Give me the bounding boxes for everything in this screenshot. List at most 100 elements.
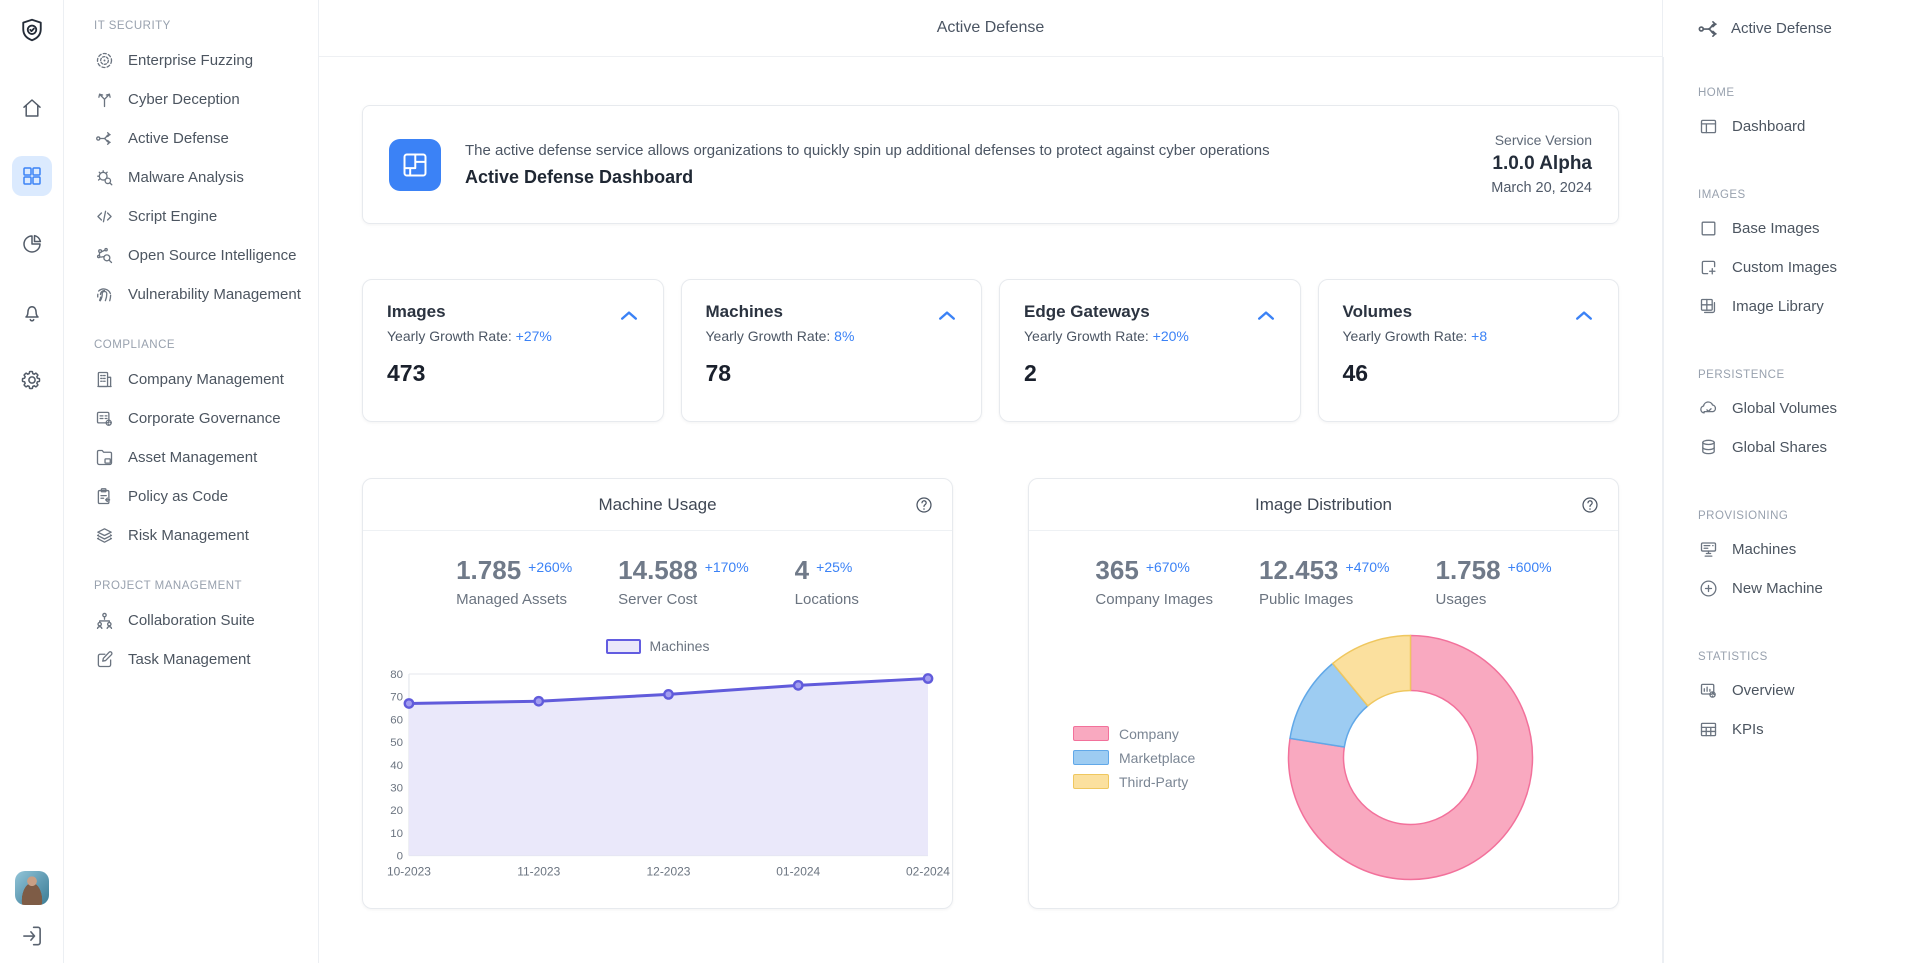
section-title-provisioning: PROVISIONING: [1698, 510, 1910, 522]
user-avatar[interactable]: [15, 871, 49, 905]
donut-legend: CompanyMarketplaceThird-Party: [1073, 726, 1195, 790]
nav-item-label: Policy as Code: [128, 488, 228, 505]
stat-card-title: Edge Gateways: [1024, 302, 1276, 322]
osint-icon: [94, 245, 115, 266]
nav-item-label: Image Library: [1732, 298, 1824, 315]
nav-item-label: KPIs: [1732, 721, 1764, 738]
nav-item-label: Base Images: [1732, 220, 1820, 237]
svg-text:60: 60: [390, 714, 403, 726]
image-distribution-donut-chart: CompanyMarketplaceThird-Party: [1029, 630, 1618, 885]
stat-card-growth: Yearly Growth Rate: 8%: [706, 328, 958, 344]
svg-text:10-2023: 10-2023: [387, 865, 431, 879]
line-legend: Machines: [363, 638, 952, 654]
nav-item-machines[interactable]: Machines: [1698, 530, 1910, 569]
chart-stat-usages: 1.758+600%Usages: [1436, 557, 1552, 608]
fuzzing-icon: [94, 50, 115, 71]
svg-text:0: 0: [397, 851, 403, 863]
section-title-home: HOME: [1698, 87, 1910, 99]
library-icon: [1698, 296, 1719, 317]
chevron-up-icon[interactable]: [935, 304, 959, 328]
nav-item-overview[interactable]: Overview: [1698, 671, 1910, 710]
legend-item-third-party: Third-Party: [1073, 774, 1195, 790]
stat-card-value: 78: [706, 360, 958, 387]
nav-item-company-management[interactable]: Company Management: [94, 360, 308, 399]
logout-icon[interactable]: [19, 923, 45, 949]
chevron-up-icon[interactable]: [617, 304, 641, 328]
square-icon: [1698, 218, 1719, 239]
nav-item-cyber-deception[interactable]: Cyber Deception: [94, 80, 308, 119]
nav-item-label: Collaboration Suite: [128, 612, 255, 629]
chevron-up-icon[interactable]: [1572, 304, 1596, 328]
nav-item-label: New Machine: [1732, 580, 1823, 597]
svg-text:20: 20: [390, 805, 403, 817]
grid-icon[interactable]: [12, 156, 52, 196]
stat-card-value: 2: [1024, 360, 1276, 387]
nav-item-task-management[interactable]: Task Management: [94, 640, 308, 679]
stat-card-growth: Yearly Growth Rate: +8: [1343, 328, 1595, 344]
active-defense-icon: [94, 128, 115, 149]
nav-item-malware-analysis[interactable]: Malware Analysis: [94, 158, 308, 197]
nav-item-open-source-intelligence[interactable]: Open Source Intelligence: [94, 236, 308, 275]
nav-item-base-images[interactable]: Base Images: [1698, 209, 1910, 248]
legend-swatch: [1073, 750, 1109, 765]
nav-item-label: Open Source Intelligence: [128, 247, 296, 264]
stat-card-value: 46: [1343, 360, 1595, 387]
gear-icon[interactable]: [12, 360, 52, 400]
nav-item-collaboration-suite[interactable]: Collaboration Suite: [94, 601, 308, 640]
app-logo-shield-icon: [17, 16, 47, 46]
charts-row: Machine Usage 1.785+260%Managed Assets14…: [362, 478, 1619, 909]
code-icon: [94, 206, 115, 227]
svg-text:50: 50: [390, 737, 403, 749]
image-distribution-card: Image Distribution 365+670%Company Image…: [1028, 478, 1619, 909]
nav-item-dashboard[interactable]: Dashboard: [1698, 107, 1910, 146]
nav-item-new-machine[interactable]: New Machine: [1698, 569, 1910, 608]
pie-icon[interactable]: [12, 224, 52, 264]
nav-item-vulnerability-management[interactable]: Vulnerability Management: [94, 275, 308, 314]
database-icon: [1698, 437, 1719, 458]
machine-usage-title: Machine Usage: [598, 495, 716, 515]
nav-item-global-shares[interactable]: Global Shares: [1698, 428, 1910, 467]
nav-item-kpis[interactable]: KPIs: [1698, 710, 1910, 749]
nav-item-global-volumes[interactable]: Global Volumes: [1698, 389, 1910, 428]
folder-icon: [94, 447, 115, 468]
svg-text:30: 30: [390, 783, 403, 795]
nav-item-label: Machines: [1732, 541, 1796, 558]
page-header: Active Defense: [319, 0, 1662, 57]
svg-text:70: 70: [390, 692, 403, 704]
help-icon[interactable]: [914, 495, 934, 515]
section-title-it-security: IT SECURITY: [94, 20, 308, 32]
nav-item-script-engine[interactable]: Script Engine: [94, 197, 308, 236]
stat-card-volumes: VolumesYearly Growth Rate: +846: [1318, 279, 1620, 422]
nav-item-image-library[interactable]: Image Library: [1698, 287, 1910, 326]
stat-card-title: Images: [387, 302, 639, 322]
nav-item-active-defense[interactable]: Active Defense: [94, 119, 308, 158]
malware-icon: [94, 167, 115, 188]
image-distribution-title: Image Distribution: [1255, 495, 1392, 515]
panel-icon: [1698, 116, 1719, 137]
nav-item-custom-images[interactable]: Custom Images: [1698, 248, 1910, 287]
task-icon: [94, 649, 115, 670]
nav-item-enterprise-fuzzing[interactable]: Enterprise Fuzzing: [94, 41, 308, 80]
stat-card-growth: Yearly Growth Rate: +20%: [1024, 328, 1276, 344]
chart-stat-server-cost: 14.588+170%Server Cost: [618, 557, 749, 608]
nav-item-asset-management[interactable]: Asset Management: [94, 438, 308, 477]
nav-item-policy-as-code[interactable]: Policy as Code: [94, 477, 308, 516]
nav-item-label: Dashboard: [1732, 118, 1805, 135]
nav-item-label: Global Shares: [1732, 439, 1827, 456]
nav-item-label: Risk Management: [128, 527, 249, 544]
nav-item-label: Overview: [1732, 682, 1795, 699]
page-title: Active Defense: [937, 19, 1045, 37]
chevron-up-icon[interactable]: [1254, 304, 1278, 328]
bell-icon[interactable]: [12, 292, 52, 332]
svg-text:11-2023: 11-2023: [517, 865, 560, 879]
section-title-images: IMAGES: [1698, 189, 1910, 201]
help-icon[interactable]: [1580, 495, 1600, 515]
nav-item-risk-management[interactable]: Risk Management: [94, 516, 308, 555]
left-sidebar: IT SECURITY Enterprise FuzzingCyber Decep…: [64, 0, 318, 963]
service-version-value: 1.0.0 Alpha: [1491, 150, 1592, 178]
nav-item-corporate-governance[interactable]: Corporate Governance: [94, 399, 308, 438]
home-icon[interactable]: [12, 88, 52, 128]
nav-item-label: Global Volumes: [1732, 400, 1837, 417]
machines-legend-swatch: [606, 639, 641, 654]
nav-item-label: Task Management: [128, 651, 251, 668]
